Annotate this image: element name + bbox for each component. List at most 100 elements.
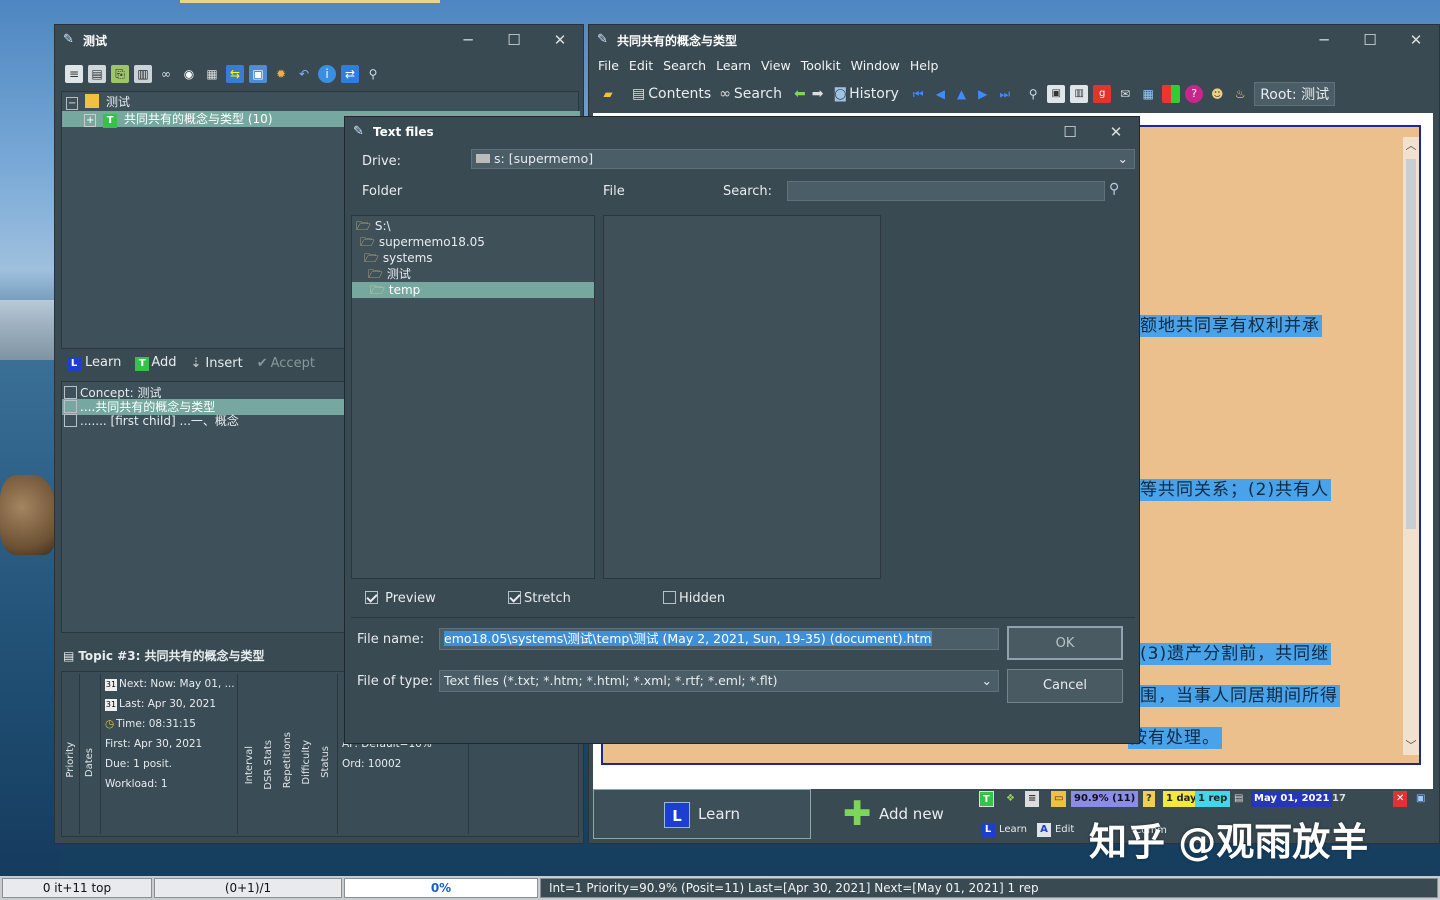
menu-toolkit[interactable]: Toolkit (796, 58, 846, 73)
pages-icon[interactable]: ▥ (134, 65, 152, 83)
scroll-thumb[interactable] (1406, 159, 1416, 529)
contents-button[interactable]: ▤ Contents (632, 86, 711, 102)
concept-checkbox[interactable] (64, 400, 77, 413)
scroll-up-icon[interactable]: ︿ (1403, 137, 1419, 153)
menu-view[interactable]: View (756, 58, 796, 73)
minimize-button[interactable]: ─ (445, 25, 491, 55)
first-icon[interactable]: ⏮ (913, 87, 924, 102)
card-mini-icon[interactable]: ▭ (1051, 791, 1067, 807)
menu-edit[interactable]: Edit (624, 58, 658, 73)
expand-icon[interactable]: + (84, 114, 97, 127)
file-list[interactable] (603, 215, 881, 579)
find-icon[interactable]: ⚲ (1024, 85, 1042, 103)
image-icon[interactable]: ▣ (1047, 85, 1066, 103)
hidden-checkbox[interactable] (663, 591, 676, 604)
tree-root-row[interactable]: − 测试 (66, 94, 130, 110)
root-label[interactable]: Root: 测试 (1254, 82, 1336, 106)
maximize-button[interactable]: ☐ (491, 25, 537, 55)
dialog-close-button[interactable]: ✕ (1093, 117, 1139, 147)
save-icon[interactable]: ▣ (249, 65, 267, 83)
collapse-icon[interactable]: − (66, 97, 79, 110)
minimize-button[interactable]: ─ (1301, 25, 1347, 55)
colors-icon[interactable] (1162, 85, 1181, 103)
sync-icon[interactable]: ⇄ (341, 65, 359, 83)
list-mini-icon[interactable]: ≡ (1025, 791, 1040, 807)
close-mini-icon[interactable]: ✕ (1393, 791, 1408, 807)
menu-help[interactable]: Help (905, 58, 944, 73)
copy-icon[interactable]: ⎘ (111, 65, 129, 83)
help-icon[interactable]: ? (1185, 85, 1204, 103)
parent-icon[interactable]: ▲ (957, 87, 966, 101)
binoculars-icon[interactable]: ∞ (157, 65, 175, 83)
menu-search[interactable]: Search (658, 58, 711, 73)
dialog-titlebar[interactable]: ✎ Text files ☐ ✕ (345, 117, 1139, 147)
drive-select[interactable]: s: [supermemo] ⌄ (471, 149, 1135, 169)
eye-icon[interactable]: ◉ (180, 65, 198, 83)
concept-checkbox[interactable] (64, 386, 77, 399)
element-window-titlebar[interactable]: ✎ 测试 ─ ☐ ✕ (55, 25, 583, 55)
back-icon[interactable]: ⬅ (794, 86, 806, 102)
accept-action[interactable]: ✔ Accept (257, 356, 315, 371)
mini-edit[interactable]: A Edit (1036, 823, 1074, 837)
google-icon[interactable]: g (1093, 85, 1112, 103)
undo-icon[interactable]: ↶ (295, 65, 313, 83)
folder-row-4[interactable]: 🗁 temp (352, 282, 594, 298)
folder-row-1[interactable]: 🗁 supermemo18.05 (360, 234, 485, 250)
window-mini-icon[interactable]: ▣ (1413, 791, 1428, 807)
cancel-button[interactable]: Cancel (1007, 669, 1123, 703)
stretch-checkbox[interactable] (508, 591, 521, 604)
close-button[interactable]: ✕ (1393, 25, 1439, 55)
topic-mini-icon[interactable]: T (979, 791, 994, 807)
file-type-select[interactable]: Text files (*.txt; *.htm; *.html; *.xml;… (439, 670, 999, 692)
book-icon[interactable]: ▥ (1070, 85, 1089, 103)
idea-icon[interactable]: ♨ (1231, 85, 1249, 103)
concept-row-2[interactable]: ....... [first child] ...一、概念 (64, 413, 239, 429)
mail-icon[interactable]: ✉ (1116, 85, 1134, 103)
insert-action[interactable]: ⇣ Insert (191, 356, 243, 371)
ok-button[interactable]: OK (1007, 626, 1123, 660)
hidden-option[interactable]: Hidden (663, 591, 725, 606)
editor-window-titlebar[interactable]: ✎ 共同共有的概念与类型 ─ ☐ ✕ (589, 25, 1439, 55)
calendar-mini-icon[interactable]: ▤ (1231, 791, 1246, 807)
preview-checkbox[interactable] (365, 591, 378, 604)
menu-file[interactable]: File (593, 58, 624, 73)
chevron-down-icon[interactable]: ⌄ (982, 671, 992, 691)
menu-window[interactable]: Window (846, 58, 905, 73)
close-button[interactable]: ✕ (537, 25, 583, 55)
tree-mini-icon[interactable]: ❖ (1003, 791, 1018, 807)
learn-action[interactable]: L Learn (67, 355, 121, 371)
folder-row-3[interactable]: 🗁 测试 (368, 266, 411, 282)
stretch-option[interactable]: Stretch (508, 591, 571, 606)
info-icon[interactable]: i (318, 65, 336, 83)
open-folder-icon[interactable]: ▰ (599, 85, 617, 103)
scroll-down-icon[interactable]: ﹀ (1403, 737, 1419, 753)
window-icon[interactable]: ▦ (1139, 85, 1157, 103)
list-icon[interactable]: ≡ (65, 65, 83, 83)
film-icon[interactable]: ▦ (203, 65, 221, 83)
learn-button[interactable]: L Learn (593, 789, 811, 839)
dialog-maximize-button[interactable]: ☐ (1047, 117, 1093, 147)
folder-row-2[interactable]: 🗁 systems (364, 250, 433, 266)
menu-learn[interactable]: Learn (711, 58, 756, 73)
maximize-button[interactable]: ☐ (1347, 25, 1393, 55)
search-icon[interactable]: ⚲ (1109, 181, 1119, 197)
history-button[interactable]: ◙ History (833, 86, 898, 102)
search-icon[interactable]: ⚲ (364, 65, 382, 83)
scrollbar[interactable]: ︿ ﹀ (1403, 137, 1419, 755)
chevron-down-icon[interactable]: ⌄ (1118, 150, 1128, 168)
add-action[interactable]: T Add (135, 355, 177, 371)
prev-icon[interactable]: ◀ (936, 87, 945, 101)
search-input[interactable] (787, 181, 1105, 201)
mini-learn[interactable]: L Learn (981, 823, 1027, 837)
calendar-icon[interactable]: 17 (1329, 791, 1349, 807)
forward-icon[interactable]: ➡ (812, 86, 824, 102)
user-icon[interactable]: ☻ (1208, 85, 1226, 103)
import-icon[interactable]: ⇆ (226, 65, 244, 83)
add-new-button[interactable]: ✚ Add new (843, 789, 944, 839)
last-icon[interactable]: ⏭ (999, 87, 1010, 102)
folder-row-0[interactable]: 🗁 S:\ (356, 218, 391, 234)
next-icon[interactable]: ▶ (978, 87, 987, 101)
bulb-mini-icon[interactable]: ? (1143, 791, 1155, 807)
preview-option[interactable]: Preview (365, 591, 436, 606)
gear-icon[interactable]: ✹ (272, 65, 290, 83)
